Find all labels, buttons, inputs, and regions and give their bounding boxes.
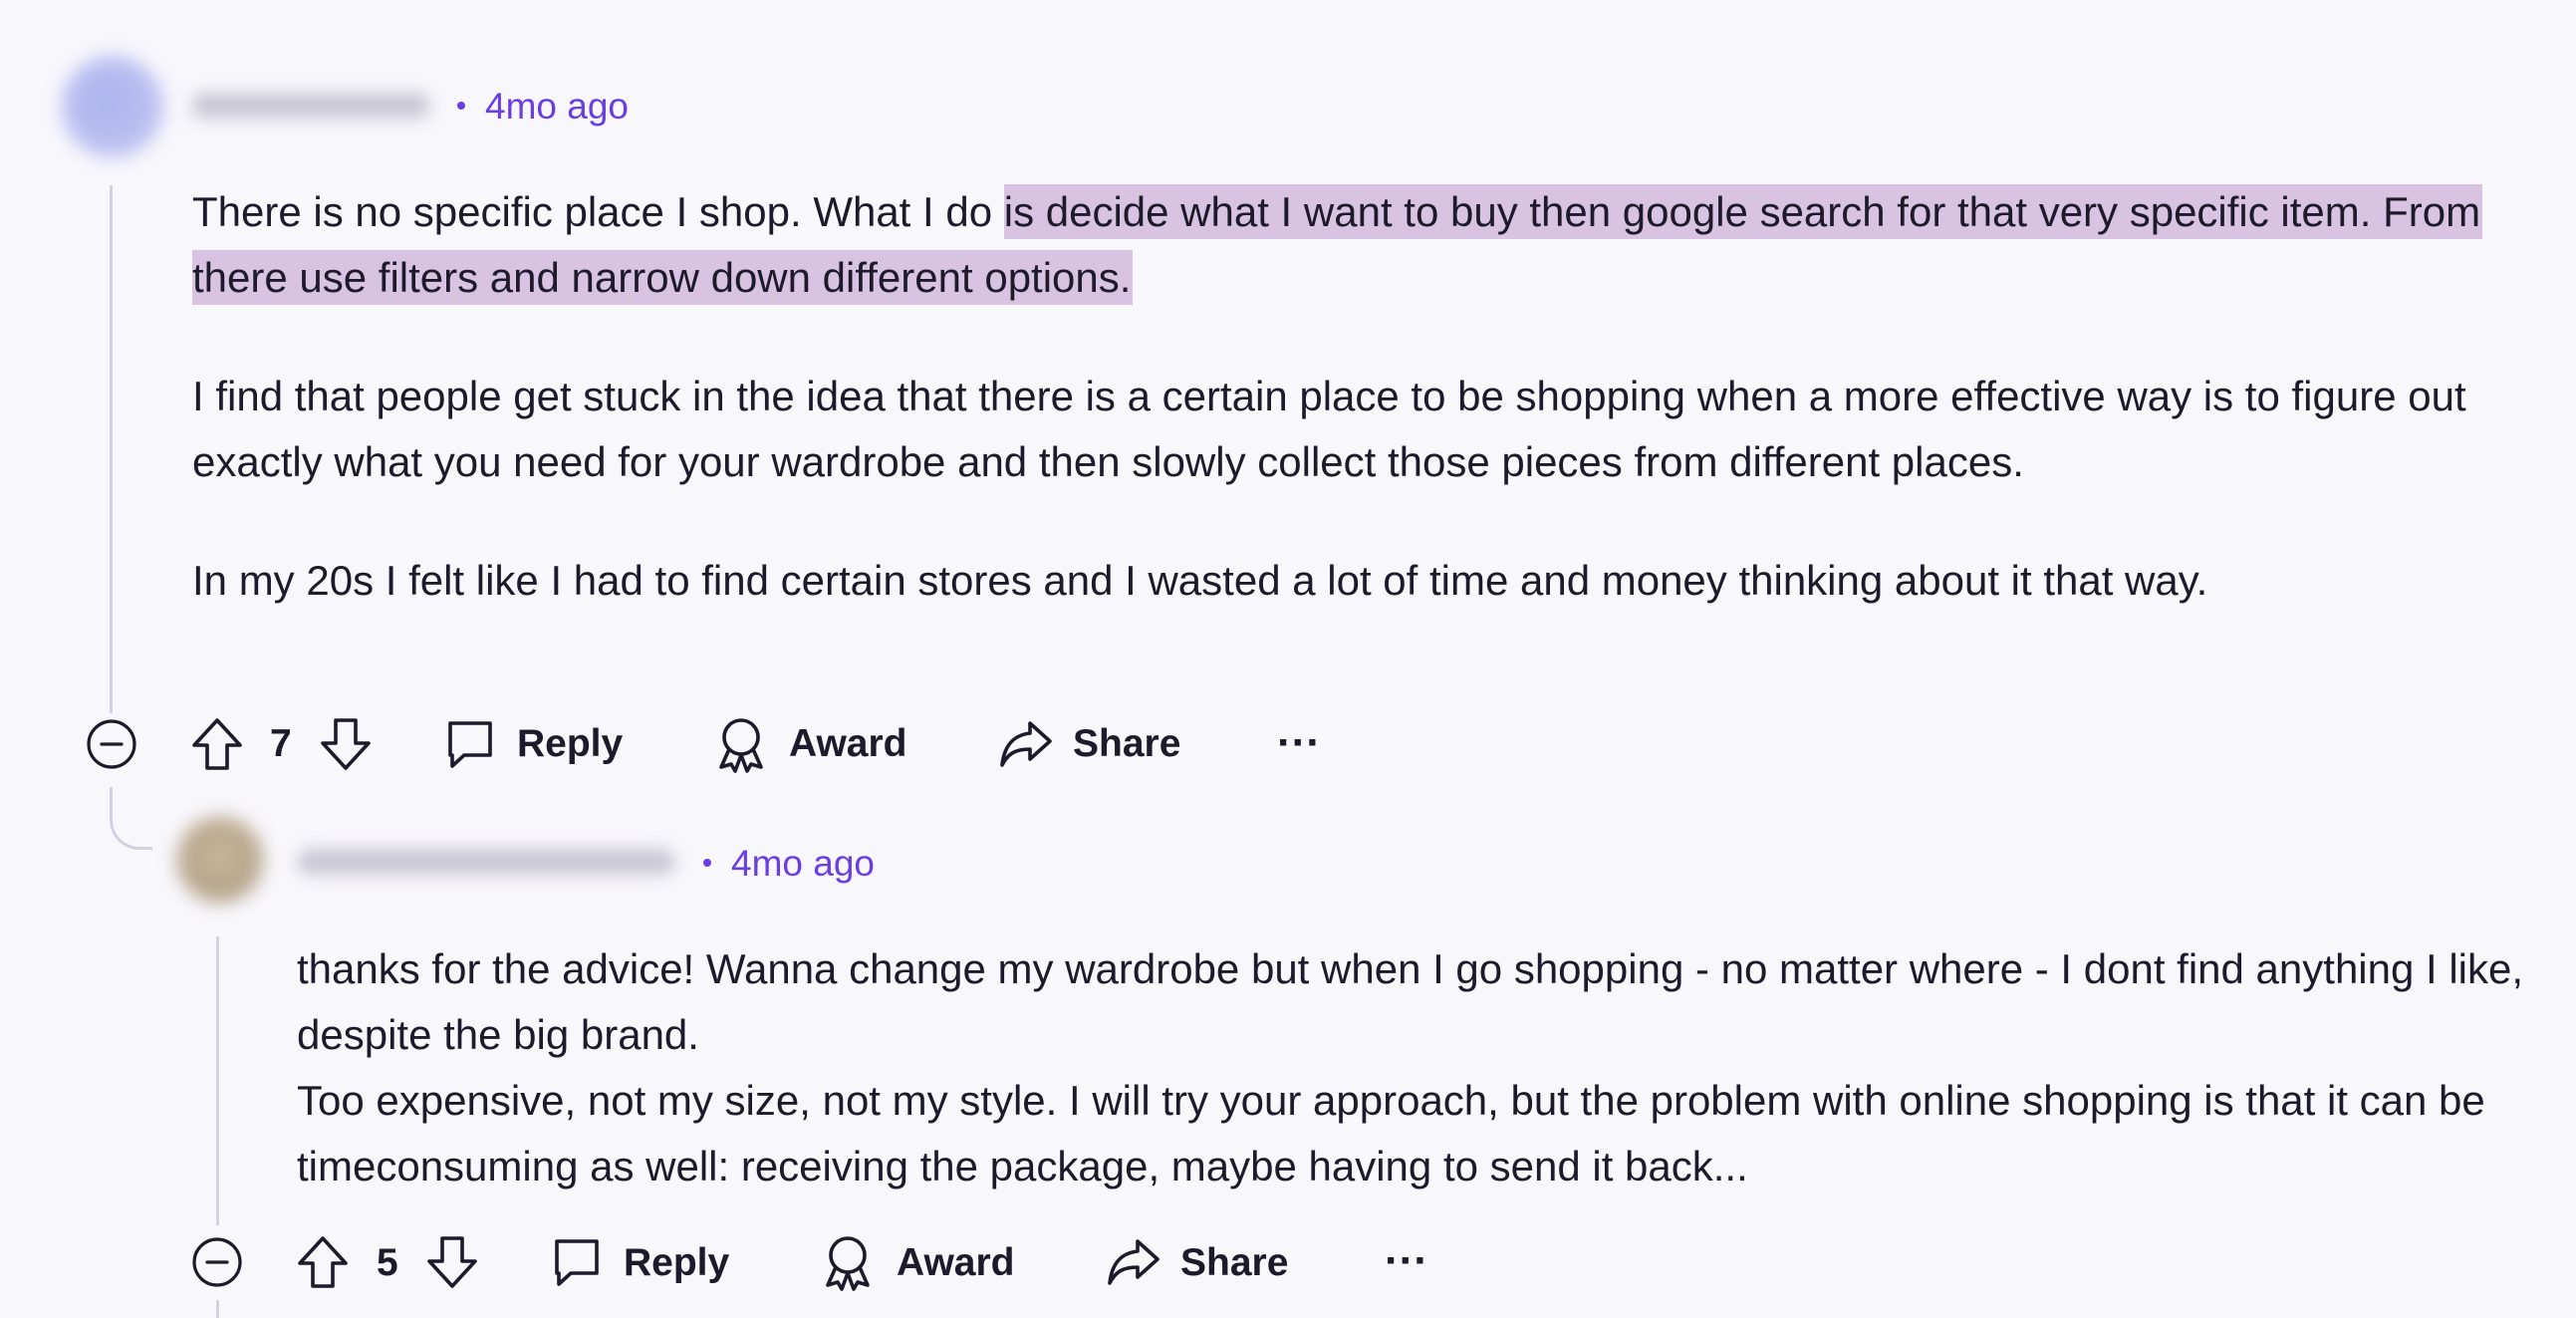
thread-line bbox=[216, 1300, 219, 1318]
share-icon bbox=[998, 717, 1054, 771]
reply-label: Reply bbox=[517, 722, 624, 765]
separator-dot bbox=[457, 102, 465, 110]
comment-bubble-icon bbox=[551, 1235, 603, 1289]
upvote-icon[interactable] bbox=[295, 1233, 351, 1291]
share-label: Share bbox=[1073, 722, 1181, 765]
username-blurred[interactable] bbox=[191, 93, 430, 119]
award-icon bbox=[713, 715, 769, 773]
comment-body: There is no specific place I shop. What … bbox=[192, 179, 2523, 614]
thread-line[interactable] bbox=[216, 936, 219, 1225]
downvote-icon[interactable] bbox=[318, 715, 374, 773]
vote-count: 5 bbox=[377, 1241, 398, 1284]
award-label: Award bbox=[789, 722, 907, 765]
collapse-icon[interactable] bbox=[191, 1236, 243, 1288]
thread-line[interactable] bbox=[110, 185, 113, 713]
username-blurred[interactable] bbox=[297, 849, 675, 875]
avatar[interactable] bbox=[177, 817, 263, 903]
comment-bubble-icon bbox=[444, 717, 496, 771]
vote-count: 7 bbox=[270, 722, 292, 765]
collapse-icon[interactable] bbox=[86, 718, 137, 770]
upvote-icon[interactable] bbox=[189, 715, 245, 773]
thread-branch bbox=[110, 787, 152, 850]
paragraph: I find that people get stuck in the idea… bbox=[192, 373, 2466, 485]
award-icon bbox=[820, 1233, 876, 1291]
more-options-icon[interactable]: ··· bbox=[1277, 721, 1321, 765]
comment-timestamp[interactable]: 4mo ago bbox=[731, 845, 875, 882]
avatar[interactable] bbox=[62, 56, 163, 157]
reply-label: Reply bbox=[624, 1241, 730, 1284]
paragraph: There is no specific place I shop. What … bbox=[192, 179, 2523, 311]
downvote-icon[interactable] bbox=[424, 1233, 480, 1291]
paragraph: thanks for the advice! Wanna change my w… bbox=[297, 945, 2524, 1058]
more-options-icon[interactable]: ··· bbox=[1385, 1239, 1428, 1283]
share-icon bbox=[1106, 1235, 1161, 1289]
comment-timestamp[interactable]: 4mo ago bbox=[485, 88, 629, 125]
separator-dot bbox=[703, 859, 711, 867]
comment-body: thanks for the advice! Wanna change my w… bbox=[297, 936, 2548, 1199]
paragraph: In my 20s I felt like I had to find cert… bbox=[192, 557, 2208, 604]
share-label: Share bbox=[1180, 1241, 1289, 1284]
award-label: Award bbox=[897, 1241, 1015, 1284]
paragraph: Too expensive, not my size, not my style… bbox=[297, 1077, 2485, 1189]
